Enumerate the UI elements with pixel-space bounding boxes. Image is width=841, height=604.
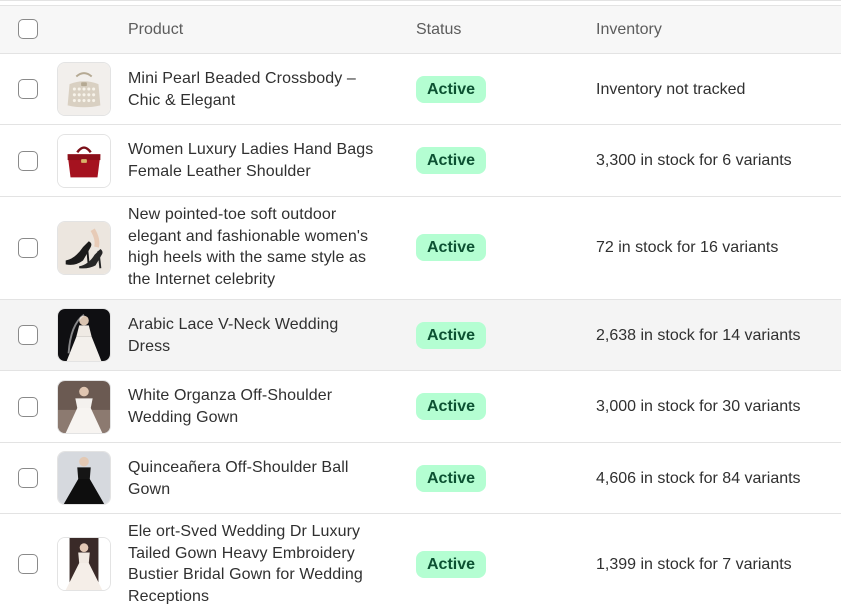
bridal-gown-thumbnail[interactable] (57, 537, 111, 591)
black-ball-gown-thumbnail[interactable] (57, 451, 111, 505)
table-row[interactable]: Ele ort-Sved Wedding Dr Luxury Tailed Go… (0, 514, 841, 604)
product-title[interactable]: Ele ort-Sved Wedding Dr Luxury Tailed Go… (128, 521, 396, 604)
row-checkbox[interactable] (18, 151, 38, 171)
status-badge: Active (416, 551, 487, 578)
inventory-value: 3,300 in stock for 6 variants (596, 152, 792, 169)
column-header-inventory[interactable]: Inventory (596, 21, 662, 39)
table-row[interactable]: Quinceañera Off-Shoulder Ball Gown Activ… (0, 443, 841, 514)
status-badge: Active (416, 76, 487, 103)
row-checkbox[interactable] (18, 468, 38, 488)
row-checkbox[interactable] (18, 238, 38, 258)
table-row[interactable]: Arabic Lace V-Neck Wedding Dress Active … (0, 300, 841, 371)
row-checkbox[interactable] (18, 397, 38, 417)
table-row[interactable]: White Organza Off-Shoulder Wedding Gown … (0, 371, 841, 443)
status-badge: Active (416, 234, 487, 261)
wedding-dress-thumbnail[interactable] (57, 308, 111, 362)
table-row[interactable]: Mini Pearl Beaded Crossbody – Chic & Ele… (0, 54, 841, 125)
select-all-checkbox[interactable] (18, 19, 38, 39)
row-checkbox[interactable] (18, 554, 38, 574)
product-title[interactable]: White Organza Off-Shoulder Wedding Gown (128, 385, 396, 428)
row-checkbox[interactable] (18, 325, 38, 345)
column-header-status[interactable]: Status (416, 21, 461, 39)
inventory-value: 2,638 in stock for 14 variants (596, 327, 801, 344)
product-title[interactable]: Quinceañera Off-Shoulder Ball Gown (128, 457, 396, 500)
product-title[interactable]: Mini Pearl Beaded Crossbody – Chic & Ele… (128, 68, 396, 111)
product-title[interactable]: New pointed-toe soft outdoor elegant and… (128, 204, 396, 290)
status-badge: Active (416, 322, 487, 349)
table-header: Product Status Inventory (0, 5, 841, 54)
wedding-gown-thumbnail[interactable] (57, 380, 111, 434)
status-badge: Active (416, 393, 487, 420)
table-row[interactable]: New pointed-toe soft outdoor elegant and… (0, 197, 841, 300)
inventory-value: Inventory not tracked (596, 81, 746, 98)
products-table: Product Status Inventory Mini Pearl Bead… (0, 0, 841, 604)
red-handbag-thumbnail[interactable] (57, 134, 111, 188)
inventory-value: 3,000 in stock for 30 variants (596, 398, 801, 415)
product-title[interactable]: Arabic Lace V-Neck Wedding Dress (128, 314, 396, 357)
product-title[interactable]: Women Luxury Ladies Hand Bags Female Lea… (128, 139, 396, 182)
inventory-value: 72 in stock for 16 variants (596, 239, 779, 256)
column-header-product[interactable]: Product (128, 21, 183, 39)
high-heels-thumbnail[interactable] (57, 221, 111, 275)
row-checkbox[interactable] (18, 79, 38, 99)
inventory-value: 4,606 in stock for 84 variants (596, 470, 801, 487)
inventory-value: 1,399 in stock for 7 variants (596, 556, 792, 573)
beaded-bag-thumbnail[interactable] (57, 62, 111, 116)
table-row[interactable]: Women Luxury Ladies Hand Bags Female Lea… (0, 125, 841, 197)
status-badge: Active (416, 147, 487, 174)
status-badge: Active (416, 465, 487, 492)
